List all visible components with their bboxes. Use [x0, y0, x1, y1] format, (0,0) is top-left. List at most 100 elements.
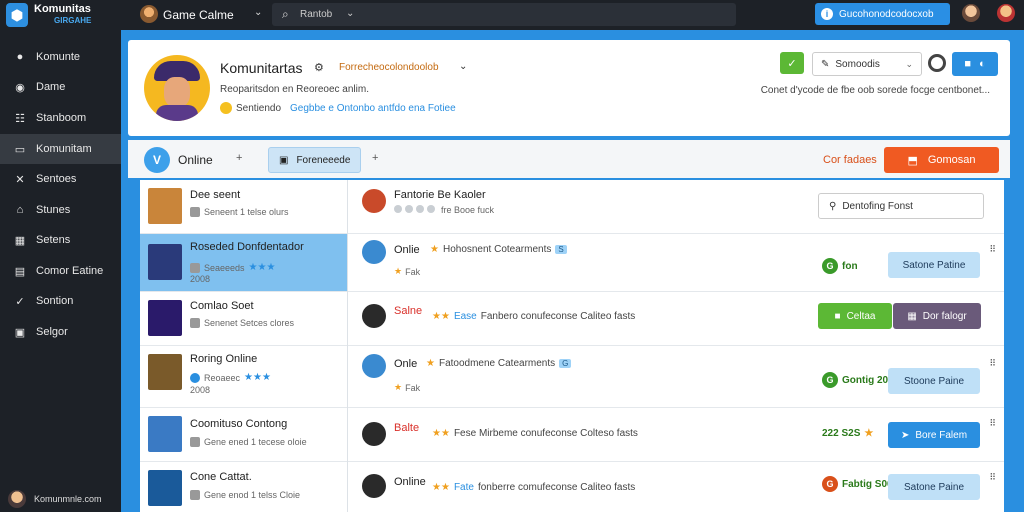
avatar [362, 304, 386, 328]
tab-foreneeede[interactable]: ▣ Foreneeede [268, 147, 361, 173]
sidebar-item-selgor[interactable]: ▣ Selgor [0, 317, 121, 347]
row-action-button[interactable]: ⚲ Dentofing Fonst [818, 193, 984, 219]
game-avatar[interactable] [140, 5, 158, 23]
table-row[interactable]: Fantorie Be Kaoler fre Booe fuck ⚲ Dentof… [348, 180, 1004, 234]
sidebar-item-stanboom[interactable]: ☷ Stanboom [0, 103, 121, 133]
drag-handle[interactable]: ⠿ [989, 418, 996, 429]
drag-handle[interactable]: ⠿ [989, 358, 996, 369]
list-item[interactable]: Coomituso Contong Gene ened 1 tecese olo… [140, 408, 347, 462]
status-icon [220, 102, 232, 114]
avatar [362, 240, 386, 264]
sidebar-item-setens[interactable]: ▦ Setens [0, 225, 121, 255]
user-icon: ⚲ [829, 200, 837, 212]
top-action-button[interactable]: i Gucohonodcodocxob [815, 3, 950, 25]
list-item[interactable]: Comlao Soet Senenet Setces clores [140, 292, 347, 346]
verified-button[interactable]: ✓ [780, 52, 804, 74]
sidebar-item-stunes[interactable]: ⌂ Stunes [0, 195, 121, 225]
star-icon: ★★ [432, 311, 450, 322]
profile-subtitle-dropdown[interactable]: Forrecheocolondoolob [339, 62, 439, 73]
game-title[interactable]: Game Calme [163, 8, 234, 22]
game-subtitle-text: Gene enod 1 telss Cloie [204, 490, 301, 500]
game-icon: G [822, 476, 838, 492]
game-year: 2008 [190, 274, 211, 284]
table-row[interactable]: Onlie ★ Hohosnent Cotearments S ★ Fak Gfon … [348, 234, 1004, 292]
user-avatar[interactable] [962, 4, 980, 22]
connect-button[interactable]: ⬒ Gomosan [884, 147, 999, 173]
contacts-link[interactable]: Cor fadaes [823, 154, 877, 166]
table-row[interactable]: Onle ★ Fatoodmene Catearments G ★ Fak G Gont… [348, 346, 1004, 408]
online-icon: V [144, 147, 170, 173]
table-row[interactable]: Online ★★ Fate fonberre comufeconse Calite… [348, 462, 1004, 512]
player-name: Salne [394, 305, 423, 317]
sidebar-item-label: Dame [36, 81, 66, 93]
game-subtitle: Reoaeec ★★★ [190, 372, 271, 383]
avatar [362, 474, 386, 498]
table-row[interactable]: Salne ★★ Ease Fanbero conufeconse Caliteo … [348, 292, 1004, 346]
info-icon [190, 207, 200, 217]
online-label[interactable]: Online [178, 153, 213, 167]
brand-name: Komunitas [34, 3, 91, 15]
game-title: Roring Online [190, 353, 258, 365]
row-action-button[interactable]: Stoone Paine [888, 368, 980, 394]
row-action-button[interactable]: ➤ Bore Falem [888, 422, 980, 448]
people-icon: ☷ [15, 112, 25, 125]
add-tab-button[interactable]: + [372, 152, 378, 164]
game-year: 2008 [190, 385, 211, 395]
online-status: G Fabtig S00 [822, 476, 893, 492]
player-badge: ★ Fatoodmene Catearments G [426, 358, 572, 369]
game-thumbnail [148, 470, 182, 506]
row-action-button[interactable]: ■ Celtaa [818, 303, 892, 329]
drag-handle[interactable]: ⠿ [989, 472, 996, 483]
sidebar-item-komunitam[interactable]: ▭ Komunitam [0, 134, 121, 164]
record-icon[interactable] [928, 54, 946, 72]
video-icon: ■ [834, 310, 841, 322]
arrow-icon: ◐ [979, 58, 986, 70]
game-thumbnail [148, 244, 182, 280]
row-action-button[interactable]: Satone Paine [888, 474, 980, 500]
share-button[interactable]: ■ ◐ [952, 52, 998, 76]
row-secondary-button[interactable]: ▦ Dor falogr [893, 303, 981, 329]
brand-subtitle: GIRGAHE [54, 16, 92, 25]
star-icon: ★★ [432, 428, 450, 439]
sidebar: ● Komunte ◉ Dame ☷ Stanboom ▭ Komunitam ✕ Sen… [0, 30, 121, 512]
sidebar-item-sontion[interactable]: ✓ Sontion [0, 286, 121, 316]
game-subtitle-text: Gene ened 1 tecese oloie [204, 437, 307, 447]
status-label: Sentiendo [236, 103, 282, 114]
search-input[interactable]: ⌕ Rantob ⌄ [272, 3, 736, 26]
sidebar-footer-user[interactable]: Komunmnle.com [8, 490, 102, 508]
check-icon: ✓ [787, 57, 797, 70]
game-subtitle-text: Seaeeeds [204, 262, 245, 273]
sidebar-item-dame[interactable]: ◉ Dame [0, 72, 121, 102]
user-avatar-secondary[interactable] [997, 4, 1015, 22]
app-logo[interactable]: ⬢ [6, 3, 28, 27]
connect-button-label: Gomosan [927, 154, 976, 166]
sidebar-item-sentoes[interactable]: ✕ Sentoes [0, 164, 121, 194]
chat-icon: ▤ [14, 265, 26, 278]
row-action-button[interactable]: Satone Patine [888, 252, 980, 278]
chevron-down-icon[interactable]: ⌄ [254, 7, 262, 18]
video-icon: ■ [964, 58, 971, 70]
profile-avatar[interactable] [144, 55, 210, 121]
chevron-down-icon[interactable]: ⌄ [346, 8, 354, 19]
online-status-text: Fabtig S00 [842, 478, 893, 490]
sidebar-item-komunte[interactable]: ● Komunte [0, 42, 121, 72]
game-thumbnail [148, 416, 182, 452]
avatar [362, 422, 386, 446]
list-item[interactable]: Roring Online Reoaeec ★★★ 2008 [140, 346, 347, 408]
avatar [8, 490, 26, 508]
game-thumbnail [148, 188, 182, 224]
status-link[interactable]: Gegbbe e Ontonbo antfdo ena Fotiee [290, 103, 456, 114]
chevron-down-icon: ⌄ [905, 58, 913, 69]
chevron-down-icon[interactable]: ⌄ [459, 61, 467, 72]
settings-icon[interactable]: ⚙ [314, 61, 324, 74]
edit-button[interactable]: ✎ Somoodis ⌄ [812, 52, 922, 76]
sidebar-item-comor-eatine[interactable]: ▤ Comor Eatine [0, 256, 121, 286]
info-icon [190, 262, 200, 273]
list-item[interactable]: Cone Cattat. Gene enod 1 telss Cloie [140, 462, 347, 512]
add-filter-button[interactable]: + [236, 152, 242, 164]
list-item[interactable]: Dee seent Seneent 1 telse olurs [140, 180, 347, 234]
table-row[interactable]: Balte ★★ Fese Mirbeme conufeconse Colteso… [348, 408, 1004, 462]
drag-handle[interactable]: ⠿ [989, 244, 996, 255]
game-thumbnail [148, 354, 182, 390]
list-item[interactable]: Roseded Donfdentador Seaeeeds ★★★ 2008 [140, 234, 347, 292]
